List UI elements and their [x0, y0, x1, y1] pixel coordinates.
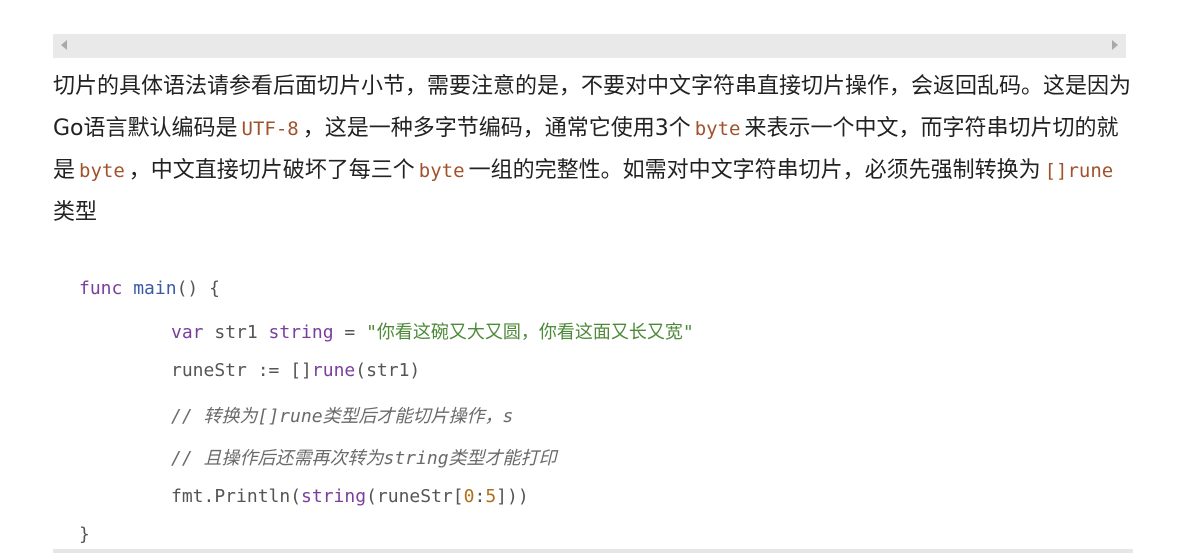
- code-keyword: var: [171, 322, 204, 343]
- code-text: ])): [496, 486, 529, 507]
- code-line-6: fmt.Println(string(runeStr[0:5])): [171, 486, 529, 512]
- code-keyword: string: [268, 322, 334, 343]
- code-text: fmt.Println(: [171, 486, 302, 507]
- code-line-1: func main() {: [79, 278, 220, 304]
- paragraph-text: 一组的完整性。如需对中文字符串切片，必须先强制转换为: [468, 158, 1041, 183]
- code-text: :: [474, 486, 486, 507]
- code-keyword: string: [301, 486, 367, 507]
- code-text: (str1): [355, 360, 421, 381]
- code-text: () {: [176, 278, 220, 299]
- code-block: func main() { var str1 string = "你看这碗又大又…: [53, 266, 1133, 553]
- code-comment: // 转换为[]rune类型后才能切片操作，s: [171, 406, 514, 427]
- code-string: "你看这碗又大又圆，你看这面又长又宽": [366, 322, 694, 343]
- inline-code: []rune: [1044, 160, 1114, 182]
- code-keyword: rune: [311, 360, 356, 381]
- code-text: =: [333, 322, 367, 343]
- divider: [53, 549, 1133, 553]
- code-number: 0: [463, 486, 475, 507]
- horizontal-scrollbar[interactable]: [53, 34, 1126, 58]
- inline-code: UTF-8: [241, 118, 299, 140]
- inline-code: byte: [418, 160, 465, 182]
- code-line-2: var str1 string = "你看这碗又大又圆，你看这面又长又宽": [171, 318, 694, 344]
- paragraph-text: ，这是一种多字节编码，通常它使用3个: [302, 116, 691, 141]
- code-line-3: runeStr := []rune(str1): [171, 360, 420, 386]
- code-function: main: [133, 278, 177, 299]
- paragraph-text: 类型: [53, 200, 98, 225]
- code-text: (runeStr[: [366, 486, 464, 507]
- paragraph-text: ，中文直接切片破坏了每三个: [128, 158, 415, 183]
- code-text: str1: [203, 322, 269, 343]
- scroll-left-icon[interactable]: [61, 40, 67, 50]
- code-number: 5: [485, 486, 497, 507]
- code-closing-brace: }: [79, 524, 90, 545]
- inline-code: byte: [694, 118, 741, 140]
- code-comment: // 且操作后还需再次转为string类型才能打印: [171, 448, 557, 469]
- scroll-right-icon[interactable]: [1112, 40, 1118, 50]
- article-paragraph: 切片的具体语法请参看后面切片小节，需要注意的是，不要对中文字符串直接切片操作，会…: [53, 66, 1131, 234]
- code-text: runeStr := []: [171, 360, 312, 381]
- code-keyword: func: [79, 278, 123, 299]
- inline-code: byte: [79, 160, 125, 182]
